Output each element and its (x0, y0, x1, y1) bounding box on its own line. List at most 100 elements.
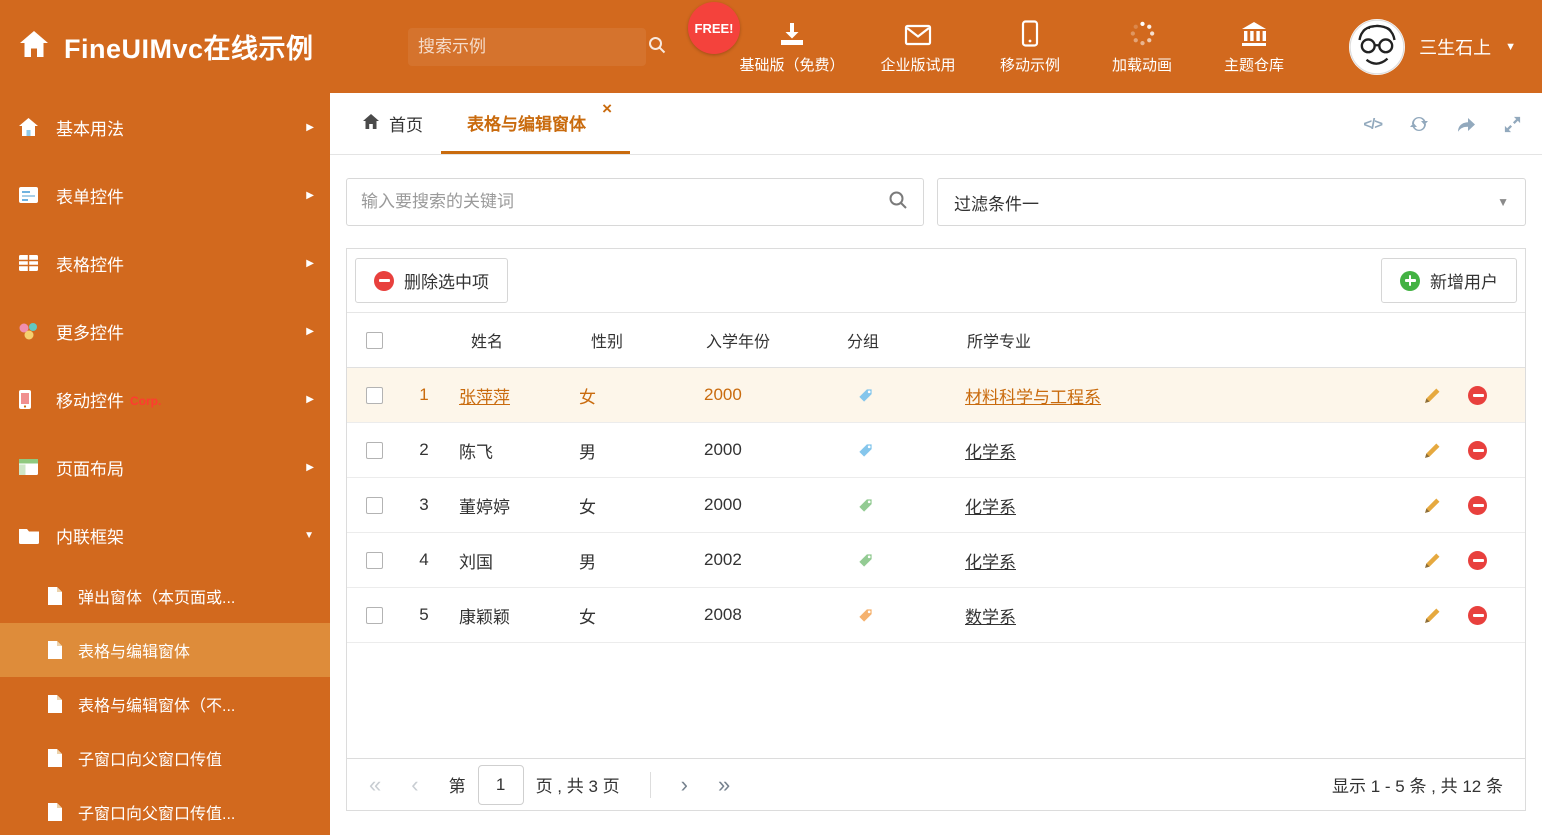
spinner-icon (1129, 19, 1156, 47)
row-checkbox[interactable] (365, 441, 383, 459)
edit-icon[interactable] (1423, 606, 1442, 625)
tag-icon (859, 498, 872, 512)
file-icon (46, 694, 64, 714)
sidebar-item-more-controls[interactable]: 更多控件 ▶ (0, 297, 330, 365)
sidebar-item-basic-usage[interactable]: 基本用法 ▶ (0, 93, 330, 161)
table-row[interactable]: 2 陈飞 男 2000 化学系 (347, 423, 1525, 478)
edit-icon[interactable] (1423, 441, 1442, 460)
sidebar-item-grid-controls[interactable]: 表格控件 ▶ (0, 229, 330, 297)
file-icon (46, 640, 64, 660)
nav-theme-repo[interactable]: 主题仓库 (1198, 13, 1310, 81)
add-user-button[interactable]: 新增用户 (1381, 258, 1517, 303)
delete-row-icon[interactable] (1468, 385, 1487, 405)
header-search (408, 28, 666, 66)
nav-loading-anim[interactable]: 加载动画 (1086, 13, 1198, 81)
delete-selected-button[interactable]: 删除选中项 (355, 258, 508, 303)
refresh-icon[interactable] (1409, 114, 1429, 134)
chevron-right-icon: ▶ (306, 325, 314, 337)
tag-icon (859, 553, 872, 567)
sidebar-item-inline-frame[interactable]: 内联框架 ▼ (0, 501, 330, 569)
row-checkbox[interactable] (365, 606, 383, 624)
nav-enterprise-trial[interactable]: 企业版试用 (862, 13, 974, 81)
user-menu[interactable]: 三生石上 ▼ (1349, 0, 1516, 93)
chevron-right-icon: ▶ (306, 189, 314, 201)
layout-icon (18, 456, 40, 478)
minus-circle-icon (374, 270, 394, 291)
nav-basic-free[interactable]: 基础版（免费） (722, 13, 862, 81)
table-row[interactable]: 3 董婷婷 女 2000 化学系 (347, 478, 1525, 533)
filter-dropdown[interactable]: 过滤条件一 ▼ (937, 178, 1526, 226)
delete-row-icon[interactable] (1468, 605, 1487, 625)
row-checkbox[interactable] (365, 496, 383, 514)
user-name: 三生石上 (1419, 37, 1492, 58)
prev-page-icon[interactable]: ‹ (411, 773, 418, 796)
major-link[interactable]: 化学系 (965, 443, 1016, 462)
sidebar-subitem-popup-window[interactable]: 弹出窗体（本页面或... (0, 569, 330, 623)
file-icon (46, 586, 64, 606)
sidebar-item-form-controls[interactable]: 表单控件 ▶ (0, 161, 330, 229)
tab-close-icon[interactable]: × (602, 99, 612, 119)
major-link[interactable]: 数学系 (965, 608, 1016, 627)
sidebar-subitem-child-to-parent[interactable]: 子窗口向父窗口传值 (0, 731, 330, 785)
delete-row-icon[interactable] (1468, 440, 1487, 460)
sidebar-subitem-grid-edit-window-2[interactable]: 表格与编辑窗体（不... (0, 677, 330, 731)
table-row[interactable]: 5 康颖颖 女 2008 数学系 (347, 588, 1525, 643)
page-label-total: 页 , 共 3 页 (535, 777, 620, 796)
last-page-icon[interactable]: » (718, 773, 730, 796)
student-name-link[interactable]: 董婷婷 (459, 498, 510, 517)
select-all-checkbox[interactable] (365, 331, 383, 349)
sidebar-item-page-layout[interactable]: 页面布局 ▶ (0, 433, 330, 501)
delete-row-icon[interactable] (1468, 550, 1487, 570)
edit-icon[interactable] (1423, 551, 1442, 570)
view-source-icon[interactable]: </> (1363, 116, 1383, 133)
col-header-group: 分组 (847, 334, 880, 351)
folder-icon (18, 524, 40, 546)
nav-mobile-demo[interactable]: 移动示例 (974, 13, 1086, 81)
row-checkbox[interactable] (365, 386, 383, 404)
sidebar-subitem-child-to-parent-2[interactable]: 子窗口向父窗口传值... (0, 785, 330, 835)
page-number-input[interactable] (477, 764, 524, 805)
sidebar-subitem-grid-edit-window[interactable]: 表格与编辑窗体 (0, 623, 330, 677)
fullscreen-icon[interactable] (1503, 115, 1522, 134)
table-row[interactable]: 4 刘国 男 2002 化学系 (347, 533, 1525, 588)
home-tab-icon (362, 113, 380, 135)
tag-icon (859, 388, 872, 402)
table-row[interactable]: 1 张萍萍 女 2000 材料科学与工程系 (347, 368, 1525, 423)
brand[interactable]: FineUIMvc在线示例 (18, 0, 314, 93)
table-empty-space (347, 643, 1525, 758)
record-summary: 显示 1 - 5 条 , 共 12 条 (1332, 777, 1503, 796)
open-new-window-icon[interactable] (1456, 114, 1476, 134)
tabbar: 首页 表格与编辑窗体 × </> (330, 93, 1542, 155)
first-page-icon[interactable]: « (369, 773, 381, 796)
tag-icon (859, 608, 872, 622)
edit-icon[interactable] (1423, 386, 1442, 405)
col-header-year: 入学年份 (706, 334, 771, 351)
envelope-icon (904, 19, 932, 47)
keyword-search-input[interactable] (361, 192, 877, 212)
tab-home[interactable]: 首页 (344, 93, 441, 154)
header-search-input[interactable] (418, 37, 639, 57)
pagination-bar: « ‹ 第 页 , 共 3 页 › » 显示 1 - 5 条 , 共 12 条 (347, 758, 1525, 810)
student-name-link[interactable]: 陈飞 (459, 443, 493, 462)
major-link[interactable]: 化学系 (965, 553, 1016, 572)
caret-down-icon: ▼ (304, 529, 314, 541)
edit-icon[interactable] (1423, 496, 1442, 515)
tab-actions: </> (1363, 93, 1522, 155)
tab-grid-edit-window[interactable]: 表格与编辑窗体 × (441, 93, 630, 154)
major-link[interactable]: 材料科学与工程系 (965, 388, 1101, 407)
app-title: FineUIMvc在线示例 (64, 34, 314, 64)
sidebar-item-mobile-controls[interactable]: 移动控件 Corp. ▶ (0, 365, 330, 433)
student-name-link[interactable]: 张萍萍 (459, 388, 510, 407)
next-page-icon[interactable]: › (681, 773, 688, 796)
page-content: 过滤条件一 ▼ 删除选中项 新增用户 (330, 155, 1542, 835)
row-checkbox[interactable] (365, 551, 383, 569)
student-name-link[interactable]: 刘国 (459, 553, 493, 572)
delete-row-icon[interactable] (1468, 495, 1487, 515)
more-controls-icon (18, 320, 40, 342)
major-link[interactable]: 化学系 (965, 498, 1016, 517)
search-icon[interactable] (887, 189, 909, 216)
student-name-link[interactable]: 康颖颖 (459, 608, 510, 627)
search-icon[interactable] (647, 35, 667, 60)
mobile-small-icon (18, 388, 40, 410)
corp-badge: Corp. (130, 394, 162, 408)
